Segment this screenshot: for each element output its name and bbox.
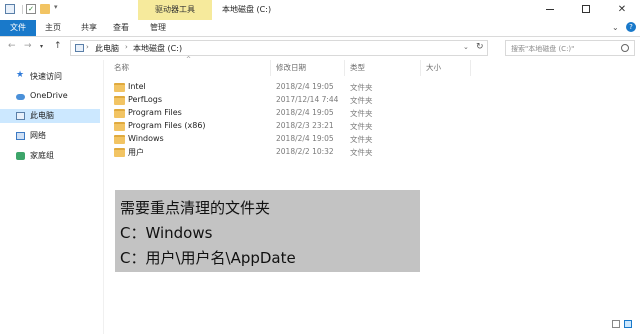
file-row[interactable]: Program Files (x86) 2018/2/3 23:21 文件夹 [108,120,378,133]
file-type: 文件夹 [350,122,373,131]
tab-home[interactable]: 主页 [38,20,68,36]
address-bar[interactable]: › 此电脑 › 本地磁盘 (C:) ⌄ ↻ [70,40,488,56]
title-bar: ✓ ▾ 驱动器工具 本地磁盘 (C:) ✕ [0,0,640,20]
search-placeholder: 搜索"本地磁盘 (C:)" [511,45,575,53]
tab-view[interactable]: 查看 [106,20,136,36]
column-divider[interactable] [420,60,421,76]
file-name: 用户 [128,148,144,157]
new-folder-icon[interactable] [40,4,50,14]
annotation-box: 需要重点清理的文件夹 C：Windows C：用户\用户名\AppDate [115,190,420,272]
homegroup-icon [16,152,25,160]
file-type: 文件夹 [350,148,373,157]
ribbon-tabs: 文件 主页 共享 查看 管理 ⌄ ? [0,20,640,37]
file-type: 文件夹 [350,96,373,105]
sidebar-item-label: 家庭组 [30,151,54,160]
sidebar-item-this-pc[interactable]: 此电脑 [0,109,100,123]
column-divider[interactable] [344,60,345,76]
drive-tools-context-tab: 驱动器工具 [138,0,212,20]
annotation-path-windows: C：Windows [120,224,213,242]
folder-icon [114,109,125,118]
toolbar-divider [22,5,23,14]
file-name: Intel [128,82,146,91]
tab-manage[interactable]: 管理 [142,20,174,36]
folder-icon [114,135,125,144]
computer-icon [16,112,25,120]
column-divider[interactable] [470,60,471,76]
navigation-bar: ← → ▾ ↑ › 此电脑 › 本地磁盘 (C:) ⌄ ↻ 搜索"本地磁盘 (C… [0,38,640,58]
customize-toolbar-icon[interactable]: ▾ [54,3,64,13]
minimize-button[interactable] [532,0,568,20]
star-icon: ★ [16,70,25,80]
folder-icon [114,96,125,105]
file-date: 2018/2/3 23:21 [276,121,334,130]
breadcrumb-local-disk[interactable]: 本地磁盘 (C:) [133,43,182,54]
large-icons-view-icon[interactable] [624,320,632,328]
forward-button[interactable]: → [24,41,32,51]
cloud-icon [16,94,25,100]
back-button[interactable]: ← [8,41,16,51]
file-date: 2017/12/14 7:44 [276,95,339,104]
file-date: 2018/2/4 19:05 [276,134,334,143]
window-title: 本地磁盘 (C:) [222,5,272,14]
expand-ribbon-icon[interactable]: ⌄ [612,23,619,32]
close-icon: ✕ [617,4,627,15]
file-row[interactable]: Windows 2018/2/4 19:05 文件夹 [108,133,378,146]
file-date: 2018/2/4 19:05 [276,82,334,91]
minimize-icon [546,8,554,10]
column-header-name[interactable]: 名称 [114,62,129,74]
file-row[interactable]: PerfLogs 2017/12/14 7:44 文件夹 [108,94,378,107]
sidebar-item-label: 快速访问 [30,72,62,81]
address-dropdown-icon[interactable]: ⌄ [463,43,469,51]
annotation-path-appdata: C：用户\用户名\AppDate [120,249,296,267]
file-row[interactable]: Program Files 2018/2/4 19:05 文件夹 [108,107,378,120]
file-type: 文件夹 [350,109,373,118]
tab-file[interactable]: 文件 [0,20,36,36]
sidebar-item-quick-access[interactable]: ★ 快速访问 [0,70,100,84]
computer-icon [5,4,15,14]
sort-ascending-icon: ^ [186,56,192,63]
folder-icon [114,83,125,92]
network-icon [16,132,25,140]
help-icon[interactable]: ? [626,22,636,32]
file-date: 2018/2/2 10:32 [276,147,334,156]
details-view-icon[interactable] [612,320,620,328]
file-row[interactable]: Intel 2018/2/4 19:05 文件夹 [108,81,378,94]
file-name: Windows [128,134,164,143]
column-divider[interactable] [270,60,271,76]
computer-icon [75,44,84,52]
sidebar-item-homegroup[interactable]: 家庭组 [0,149,100,163]
sidebar-item-label: 网络 [30,131,46,140]
properties-icon[interactable]: ✓ [26,4,36,14]
close-button[interactable]: ✕ [604,0,640,20]
folder-icon [114,122,125,131]
sidebar-item-network[interactable]: 网络 [0,129,100,143]
refresh-icon[interactable]: ↻ [476,42,484,52]
breadcrumb-chevron-icon[interactable]: › [86,43,89,51]
file-type: 文件夹 [350,135,373,144]
column-header-type[interactable]: 类型 [350,62,365,74]
maximize-icon [582,5,590,13]
search-icon [621,44,629,52]
navigation-pane: ★ 快速访问 OneDrive 此电脑 网络 家庭组 [0,60,104,334]
breadcrumb-this-pc[interactable]: 此电脑 [95,43,119,54]
folder-icon [114,148,125,157]
sidebar-item-label: OneDrive [30,91,68,100]
up-button[interactable]: ↑ [54,41,62,51]
file-name: Program Files [128,108,182,117]
file-type: 文件夹 [350,83,373,92]
file-row[interactable]: 用户 2018/2/2 10:32 文件夹 [108,146,378,159]
sidebar-item-label: 此电脑 [30,111,54,120]
search-input[interactable]: 搜索"本地磁盘 (C:)" [505,40,635,56]
file-name: Program Files (x86) [128,121,206,130]
sidebar-item-onedrive[interactable]: OneDrive [0,90,100,104]
tab-share[interactable]: 共享 [74,20,104,36]
file-name: PerfLogs [128,95,163,104]
column-header-size[interactable]: 大小 [426,62,441,74]
annotation-heading: 需要重点清理的文件夹 [120,199,271,217]
breadcrumb-chevron-icon[interactable]: › [125,43,128,51]
file-date: 2018/2/4 19:05 [276,108,334,117]
recent-locations-button[interactable]: ▾ [40,43,43,50]
maximize-button[interactable] [568,0,604,20]
column-header-date[interactable]: 修改日期 [276,62,306,74]
